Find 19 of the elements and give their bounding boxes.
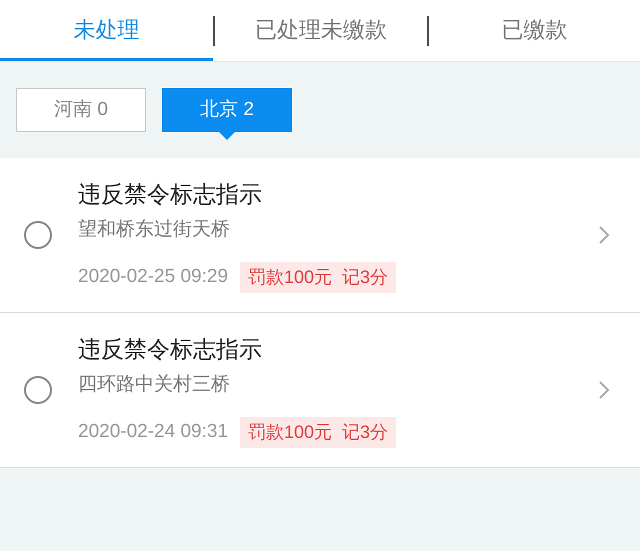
- region-chip[interactable]: 河南 0: [16, 88, 146, 132]
- violation-title: 违反禁令标志指示: [78, 335, 263, 364]
- chevron-right-icon: [598, 225, 610, 245]
- violation-title: 违反禁令标志指示: [78, 180, 263, 209]
- chevron-right-icon: [598, 380, 610, 400]
- violation-time: 2020-02-25 09:29: [78, 265, 228, 290]
- violation-row[interactable]: 违反禁令标志指示 望和桥东过街天桥 2020-02-25 09:29 罚款100元 记3分: [0, 158, 640, 313]
- radio-button[interactable]: [24, 221, 52, 249]
- violation-location: 望和桥东过街天桥: [78, 218, 231, 242]
- pointer-icon: [219, 132, 235, 140]
- tab[interactable]: 未处理: [0, 0, 214, 61]
- tab[interactable]: 已缴款: [428, 0, 640, 61]
- violation-time: 2020-02-24 09:31: [78, 420, 228, 444]
- radio-button[interactable]: [24, 376, 52, 404]
- penalty-tag: 罚款100元 记3分: [240, 262, 396, 293]
- tab[interactable]: 已处理未缴款: [215, 0, 427, 61]
- violation-location: 四环路中关村三桥: [78, 372, 231, 396]
- penalty-tag: 罚款100元 记3分: [240, 417, 396, 448]
- violation-row[interactable]: 违反禁令标志指示 四环路中关村三桥 2020-02-24 09:31 罚款100元 记3分: [0, 313, 640, 468]
